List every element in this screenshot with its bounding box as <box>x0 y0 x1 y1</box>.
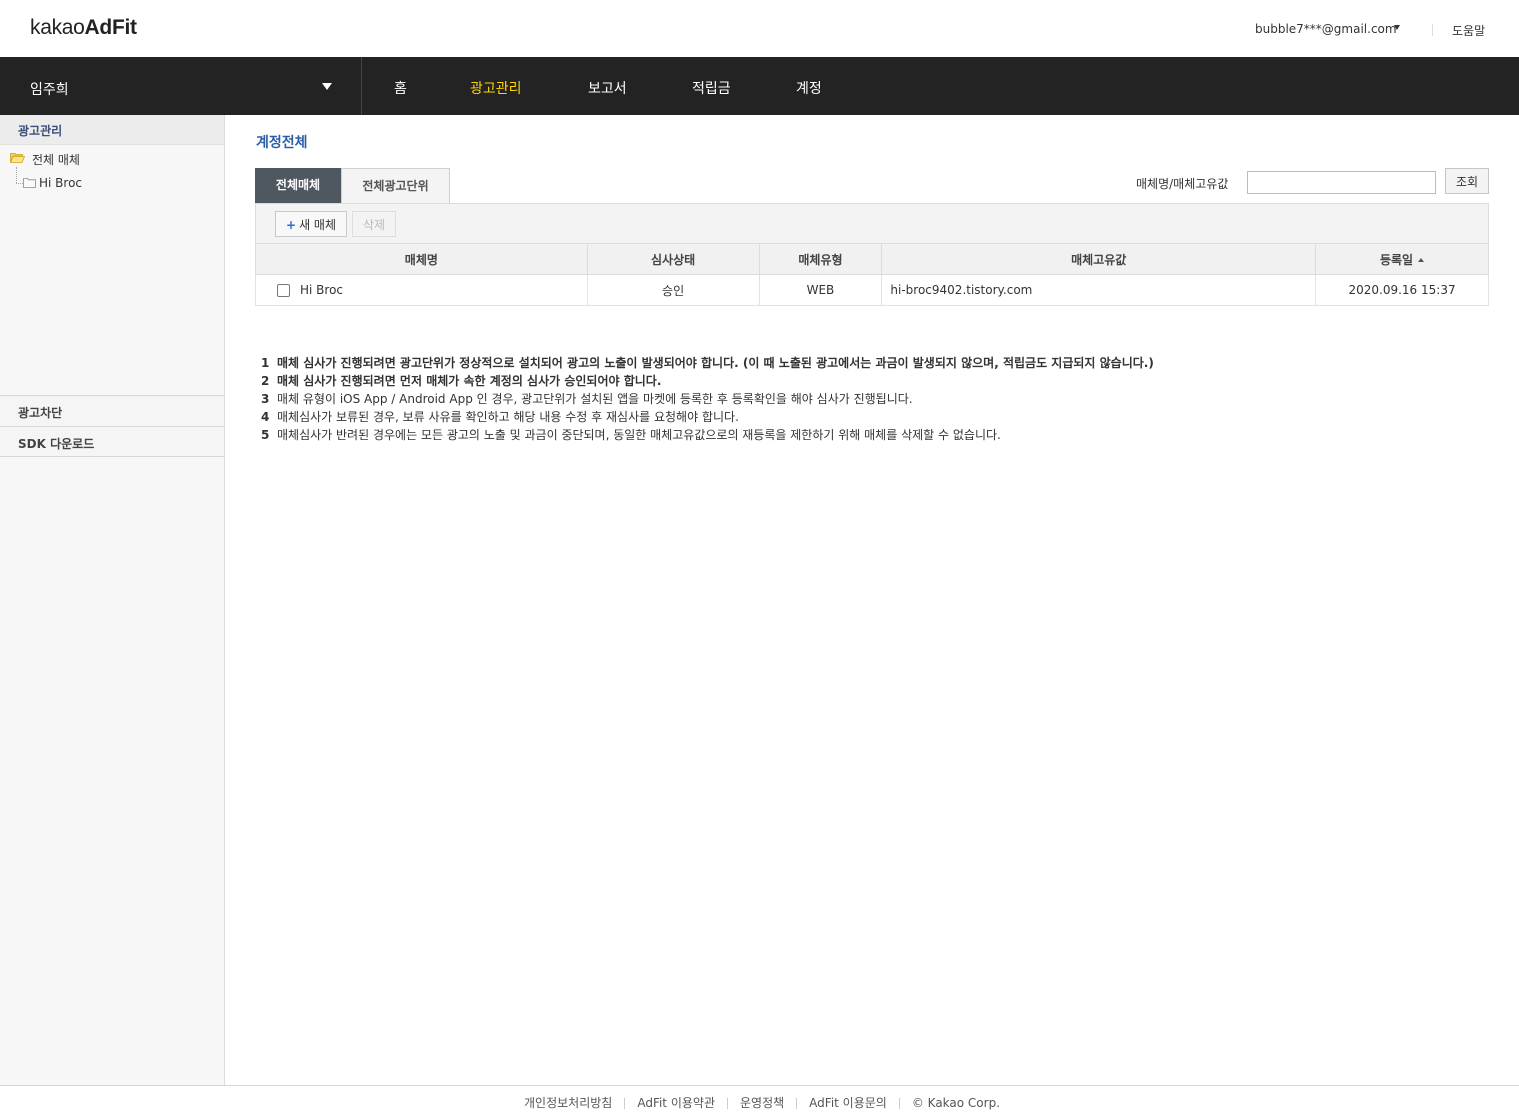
column-header-label: 등록일 <box>1379 252 1414 267</box>
notice-item: 4 매체심사가 보류된 경우, 보류 사유를 확인하고 해당 내용 수정 후 재심… <box>261 408 1154 426</box>
tab-all-ad-units[interactable]: 전체광고단위 <box>341 168 450 203</box>
row-checkbox[interactable] <box>277 284 290 297</box>
cell-media-name: Hi Broc <box>255 274 588 306</box>
logo-prefix: kakao <box>30 16 85 39</box>
column-header-registered-date[interactable]: 등록일 <box>1315 243 1489 275</box>
tab-all-media[interactable]: 전체매체 <box>255 168 341 203</box>
folder-open-icon <box>10 153 25 163</box>
notice-text: 매체심사가 보류된 경우, 보류 사유를 확인하고 해당 내용 수정 후 재심사… <box>277 410 739 424</box>
notice-item: 3 매체 유형이 iOS App / Android App 인 경우, 광고단위… <box>261 390 1154 408</box>
cell-registered-date: 2020.09.16 15:37 <box>1315 274 1489 306</box>
plus-icon: + <box>286 217 297 232</box>
delete-button[interactable]: 삭제 <box>352 211 396 237</box>
tree-item-label: Hi Broc <box>39 176 83 190</box>
account-name: 임주희 <box>30 82 69 98</box>
logo-bold: AdFit <box>84 16 137 39</box>
table-header-row: 매체명 심사상태 매체유형 매체고유값 등록일 <box>255 243 1489 275</box>
sort-ascending-icon <box>1418 258 1425 262</box>
account-email-menu[interactable]: bubble7***@gmail.com <box>1255 22 1397 36</box>
table-toolbar: + 새 매체 삭제 <box>255 203 1489 244</box>
nav-ad-management[interactable]: 광고관리 <box>470 78 522 98</box>
main-nav: 임주희 홈 광고관리 보고서 적립금 계정 <box>0 57 1519 115</box>
footer-links: 개인정보처리방침 AdFit 이용약관 운영정책 AdFit 이용문의 © Kakao … <box>524 1094 1000 1111</box>
notice-number: 1 <box>261 356 270 370</box>
divider <box>898 1098 900 1109</box>
top-bar: kakaoAdFit bubble7***@gmail.com 도움말 <box>0 0 1519 57</box>
notice-item: 1 매체 심사가 진행되려면 광고단위가 정상적으로 설치되어 광고의 노출이 발… <box>261 354 1154 372</box>
sidebar-section-label: SDK 다운로드 <box>18 437 95 451</box>
column-header-media-type: 매체유형 <box>758 243 883 275</box>
media-name-text[interactable]: Hi Broc <box>300 283 343 297</box>
add-media-label: 새 매체 <box>299 217 336 232</box>
nav-reserve[interactable]: 적립금 <box>692 78 731 98</box>
sidebar: 광고관리 전체 매체 Hi Broc 광고차단 SDK 다운로드 <box>0 115 225 1085</box>
divider <box>727 1098 728 1109</box>
notice-text: 매체 유형이 iOS App / Android App 인 경우, 광고단위가… <box>277 392 913 406</box>
sidebar-section-ad-management[interactable]: 광고관리 <box>0 115 224 145</box>
column-header-unique-value: 매체고유값 <box>881 243 1317 275</box>
notice-list: 1 매체 심사가 진행되려면 광고단위가 정상적으로 설치되어 광고의 노출이 발… <box>261 354 1154 444</box>
notice-item: 2 매체 심사가 진행되려면 먼저 매체가 속한 계정의 심사가 승인되어야 합니… <box>261 372 1154 390</box>
media-table: 매체명 심사상태 매체유형 매체고유값 등록일 Hi Broc 승인 WEB h… <box>255 243 1489 306</box>
table-row: Hi Broc 승인 WEB hi-broc9402.tistory.com 2… <box>255 274 1489 306</box>
caret-down-icon <box>322 83 332 90</box>
notice-number: 5 <box>261 428 270 442</box>
sidebar-section-label: 광고차단 <box>18 406 63 420</box>
footer-link-privacy[interactable]: 개인정보처리방침 <box>524 1096 612 1110</box>
cell-review-status: 승인 <box>586 274 760 306</box>
notice-number: 3 <box>261 392 270 406</box>
footer-link-policy[interactable]: 운영정책 <box>740 1096 784 1110</box>
sidebar-section-label: 광고관리 <box>18 124 63 138</box>
caret-down-icon[interactable] <box>1394 25 1400 30</box>
notice-text: 매체 심사가 진행되려면 먼저 매체가 속한 계정의 심사가 승인되어야 합니다… <box>277 374 662 388</box>
cell-unique-value: hi-broc9402.tistory.com <box>881 274 1317 306</box>
notice-number: 2 <box>261 374 270 388</box>
kakao-adfit-logo[interactable]: kakaoAdFit <box>30 16 137 40</box>
tree-item-label: 전체 매체 <box>32 153 80 167</box>
folder-icon <box>23 178 36 188</box>
divider <box>1432 24 1433 36</box>
tree-connector <box>16 183 23 184</box>
divider <box>624 1098 626 1109</box>
notice-text: 매체 심사가 진행되려면 광고단위가 정상적으로 설치되어 광고의 노출이 발생… <box>277 356 1154 370</box>
notice-number: 4 <box>261 410 270 424</box>
account-selector[interactable]: 임주희 <box>0 57 362 115</box>
footer-copyright: © Kakao Corp. <box>911 1096 1001 1110</box>
cell-media-type: WEB <box>758 274 883 306</box>
footer-link-inquiry[interactable]: AdFit 이용문의 <box>809 1096 887 1110</box>
help-link[interactable]: 도움말 <box>1452 22 1485 39</box>
nav-account[interactable]: 계정 <box>796 78 822 98</box>
tree-connector <box>16 167 17 183</box>
column-header-review-status: 심사상태 <box>586 243 760 275</box>
nav-home[interactable]: 홈 <box>394 78 407 98</box>
footer-link-terms[interactable]: AdFit 이용약관 <box>637 1096 715 1110</box>
search-button[interactable]: 조회 <box>1445 168 1489 194</box>
footer: 개인정보처리방침 AdFit 이용약관 운영정책 AdFit 이용문의 © Kakao … <box>0 1085 1519 1117</box>
notice-item: 5 매체심사가 반려된 경우에는 모든 광고의 노출 및 과금이 중단되며, 동일… <box>261 426 1154 444</box>
search-label: 매체명/매체고유값 <box>1136 177 1229 191</box>
sidebar-section-sdk-download[interactable]: SDK 다운로드 <box>0 426 224 457</box>
sidebar-section-ad-block[interactable]: 광고차단 <box>0 395 224 426</box>
nav-reports[interactable]: 보고서 <box>588 78 627 98</box>
add-media-button[interactable]: + 새 매체 <box>275 211 347 237</box>
divider <box>796 1098 798 1109</box>
page-title: 계정전체 <box>256 135 308 151</box>
notice-text: 매체심사가 반려된 경우에는 모든 광고의 노출 및 과금이 중단되며, 동일한… <box>277 428 1001 442</box>
search-input[interactable] <box>1247 171 1436 194</box>
column-header-media-name: 매체명 <box>255 243 588 275</box>
